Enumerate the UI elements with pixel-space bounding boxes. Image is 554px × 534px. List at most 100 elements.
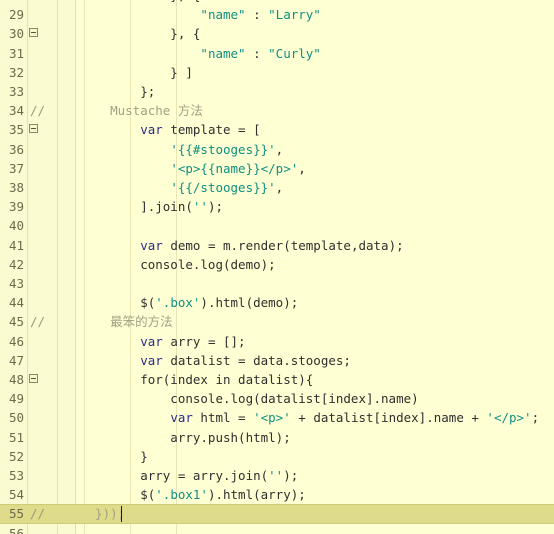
comment-marker: // bbox=[30, 103, 46, 119]
token-plain: }, { bbox=[80, 0, 200, 3]
line-number: 38 bbox=[8, 180, 24, 195]
token-keyword: var bbox=[140, 237, 163, 253]
code-line[interactable]: 42 console.log(demo); bbox=[0, 255, 554, 274]
code-editor[interactable]: }, {29 "name" : "Larry"30 }, {31 "name" … bbox=[0, 0, 554, 534]
code-line[interactable]: 35 var template = [ bbox=[0, 120, 554, 139]
code-text: })); bbox=[80, 504, 125, 523]
code-line[interactable]: 51 arry.push(html); bbox=[0, 428, 554, 447]
code-text: console.log(demo); bbox=[80, 255, 275, 274]
code-line[interactable]: 48 for(index in datalist){ bbox=[0, 370, 554, 389]
fold-collapse-icon[interactable] bbox=[29, 28, 38, 38]
code-line[interactable]: 53 arry = arry.join(''); bbox=[0, 466, 554, 485]
code-line[interactable]: 44 $('.box').html(demo); bbox=[0, 293, 554, 312]
line-number: 50 bbox=[8, 410, 24, 426]
token-plain: }, { bbox=[80, 26, 201, 42]
line-number: 55 bbox=[8, 506, 24, 522]
token-plain: , bbox=[275, 141, 284, 157]
code-text: arry = arry.join(''); bbox=[80, 466, 298, 485]
code-text: $('.box1').html(arry); bbox=[80, 485, 306, 504]
token-plain: , bbox=[298, 160, 306, 176]
token-plain: ).html(arry); bbox=[207, 487, 306, 503]
token-plain: + datalist[index].name + bbox=[290, 410, 487, 426]
code-text: '{{#stooges}}', bbox=[80, 140, 283, 159]
code-line[interactable]: 31 "name" : "Curly" bbox=[0, 44, 554, 63]
code-line[interactable]: 36 '{{#stooges}}', bbox=[0, 140, 554, 159]
line-number: 53 bbox=[8, 468, 24, 483]
token-string: "name" bbox=[200, 45, 246, 61]
token-string: '{{/stooges}}' bbox=[170, 180, 276, 195]
token-string: '<p>' bbox=[253, 410, 291, 426]
code-text: 最笨的方法 bbox=[80, 312, 173, 331]
token-string: '<p>{{name}}</p>' bbox=[170, 160, 299, 176]
token-plain: } ] bbox=[80, 64, 193, 80]
code-line[interactable]: 33 }; bbox=[0, 82, 554, 101]
code-line[interactable]: 56 bbox=[0, 524, 554, 534]
token-comment: })); bbox=[80, 506, 126, 522]
token-string: '' bbox=[268, 468, 284, 483]
code-line[interactable]: 41 var demo = m.render(template,data); bbox=[0, 236, 554, 255]
code-line[interactable]: 52 } bbox=[0, 447, 554, 466]
line-number: 42 bbox=[8, 256, 24, 272]
line-number: 48 bbox=[8, 372, 24, 387]
code-text: for(index in datalist){ bbox=[80, 370, 313, 389]
token-plain: }; bbox=[80, 84, 156, 99]
code-text: $('.box').html(demo); bbox=[80, 293, 298, 312]
code-line[interactable]: 47 var datalist = data.stooges; bbox=[0, 351, 554, 370]
token-string: '</p>' bbox=[486, 410, 532, 426]
token-string: '.box' bbox=[155, 295, 201, 311]
code-line[interactable]: 46 var arry = []; bbox=[0, 332, 554, 351]
token-string: '.box1' bbox=[155, 487, 208, 503]
token-plain: for(index in datalist){ bbox=[80, 372, 314, 387]
line-number: 30 bbox=[8, 26, 24, 42]
token-plain: : bbox=[245, 45, 269, 61]
line-number: 46 bbox=[8, 333, 24, 349]
code-line[interactable]: 49 console.log(datalist[index].name) bbox=[0, 389, 554, 408]
code-line[interactable]: 30 }, { bbox=[0, 24, 554, 43]
code-line[interactable]: 50 var html = '<p>' + datalist[index].na… bbox=[0, 408, 554, 427]
token-plain: template = [ bbox=[162, 122, 261, 138]
line-number: 41 bbox=[8, 237, 24, 253]
line-number: 39 bbox=[8, 199, 24, 215]
code-text: '<p>{{name}}</p>', bbox=[80, 159, 306, 178]
token-plain: ); bbox=[207, 199, 224, 215]
token-keyword: var bbox=[140, 333, 163, 349]
token-comment: 最笨的方法 bbox=[80, 314, 173, 330]
token-plain: ).html(demo); bbox=[200, 295, 299, 311]
line-number: 56 bbox=[8, 525, 24, 534]
line-number: 33 bbox=[8, 84, 24, 99]
code-line[interactable]: 29 "name" : "Larry" bbox=[0, 5, 554, 24]
code-line[interactable]: 40 bbox=[0, 216, 554, 235]
code-line[interactable]: 45 // 最笨的方法 bbox=[0, 312, 554, 331]
code-line[interactable]: 32 } ] bbox=[0, 63, 554, 82]
line-number: 52 bbox=[8, 448, 24, 464]
code-text: var demo = m.render(template,data); bbox=[80, 236, 403, 255]
code-text: Mustache 方法 bbox=[80, 101, 203, 120]
code-line[interactable]: 54 $('.box1').html(arry); bbox=[0, 485, 554, 504]
comment-marker: // bbox=[30, 314, 46, 330]
token-string: "Larry" bbox=[268, 7, 321, 23]
code-text: "name" : "Curly" bbox=[80, 44, 320, 63]
code-text: } bbox=[80, 447, 148, 466]
code-line[interactable]: 39 ].join(''); bbox=[0, 197, 554, 216]
code-text: var html = '<p>' + datalist[index].name … bbox=[80, 408, 539, 427]
code-line-current[interactable]: 55 // })); bbox=[0, 504, 554, 524]
fold-collapse-icon[interactable] bbox=[29, 374, 38, 383]
token-plain: html = bbox=[192, 410, 254, 426]
code-line[interactable]: 37 '<p>{{name}}</p>', bbox=[0, 159, 554, 178]
token-plain: datalist = data.stooges; bbox=[162, 352, 351, 368]
line-number: 44 bbox=[8, 295, 24, 311]
code-text: }; bbox=[80, 82, 155, 101]
code-line[interactable]: 34 // Mustache 方法 bbox=[0, 101, 554, 120]
code-line[interactable]: 38 '{{/stooges}}', bbox=[0, 178, 554, 197]
token-string: '' bbox=[192, 199, 208, 215]
fold-collapse-icon[interactable] bbox=[29, 124, 38, 134]
line-number: 31 bbox=[8, 45, 24, 61]
token-plain: ; bbox=[531, 410, 540, 426]
code-line[interactable]: 43 bbox=[0, 274, 554, 293]
line-number: 49 bbox=[8, 391, 24, 407]
